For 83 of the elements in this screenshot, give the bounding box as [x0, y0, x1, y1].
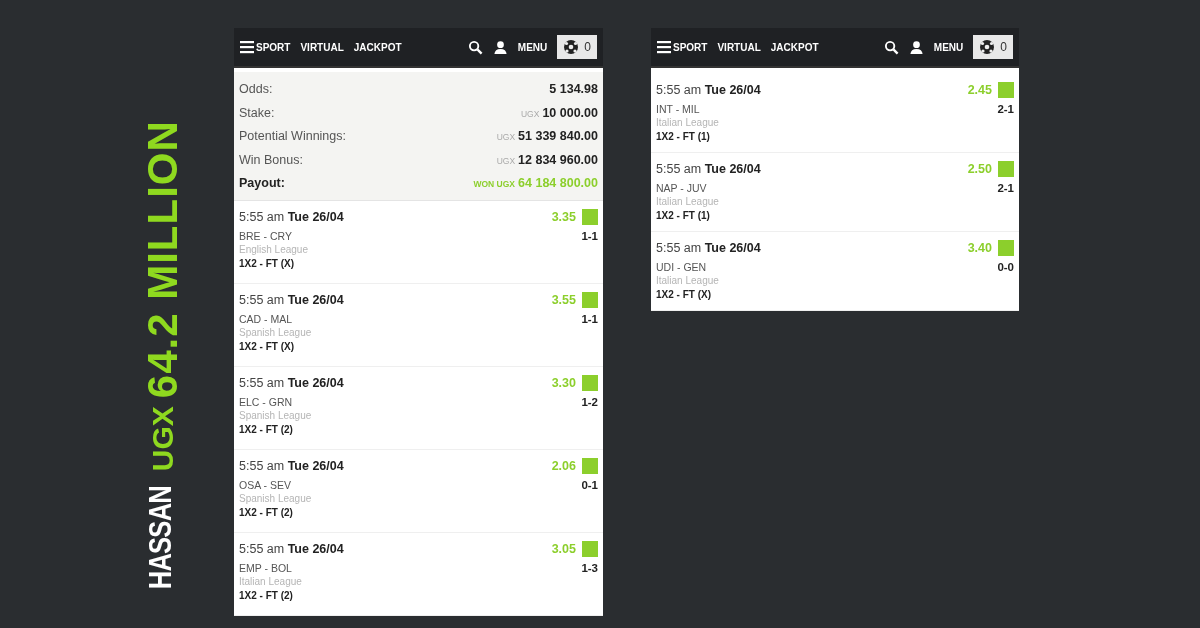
- summary-label: Odds:: [239, 81, 273, 98]
- odds-value: 3.30: [551, 375, 576, 390]
- summary-value: 12 834 960.00: [518, 152, 598, 167]
- match-score: 2-1: [997, 103, 1014, 117]
- nav-link[interactable]: JACKPOT: [353, 41, 402, 53]
- league-name: Italian League: [656, 275, 720, 288]
- match-score: 2-1: [997, 182, 1014, 196]
- match-score: 1-3: [581, 561, 598, 576]
- nav-link[interactable]: JACKPOT: [770, 41, 819, 53]
- menu-link[interactable]: MENU: [517, 41, 548, 53]
- betslip-button[interactable]: 0: [973, 35, 1013, 59]
- nav-link[interactable]: VIRTUAL: [300, 41, 344, 53]
- winner-name: HASSAN: [141, 485, 179, 590]
- search-icon[interactable]: [467, 39, 483, 55]
- match-score: 1-1: [581, 229, 598, 244]
- match-score: 0-0: [997, 261, 1014, 275]
- summary-label: Stake:: [239, 104, 275, 122]
- nav-link[interactable]: VIRTUAL: [717, 41, 761, 53]
- match-teams: UDI - GEN: [656, 261, 707, 275]
- currency-label: UGX: [496, 155, 516, 166]
- match-teams: OSA - SEV: [239, 478, 291, 493]
- summary-value: 51 339 840.00: [518, 129, 598, 143]
- league-name: Italian League: [656, 117, 720, 130]
- match-time: 5:55 am Tue 26/04: [656, 83, 761, 97]
- summary-label: Potential Winnings:: [239, 128, 346, 145]
- user-icon[interactable]: [492, 39, 508, 55]
- league-name: Spanish League: [239, 409, 313, 423]
- odds-value: 3.55: [551, 292, 576, 307]
- currency-label: WON UGX: [473, 179, 516, 189]
- user-icon[interactable]: [908, 39, 924, 55]
- market-pick: 1X2 - FT (X): [239, 257, 295, 269]
- league-name: Spanish League: [239, 492, 313, 506]
- search-icon[interactable]: [883, 39, 899, 55]
- summary-label: Win Bonus:: [239, 151, 303, 169]
- match-teams: NAP - JUV: [656, 182, 707, 196]
- odds-value: 2.45: [967, 83, 992, 97]
- match-score: 1-2: [581, 395, 598, 410]
- betslip-button[interactable]: 0: [557, 35, 597, 59]
- league-name: Spanish League: [239, 326, 313, 340]
- odds-value: 3.05: [551, 541, 576, 556]
- odds-value: 3.40: [967, 241, 992, 255]
- match-score: 0-1: [581, 478, 598, 493]
- match-time: 5:55 am Tue 26/04: [656, 162, 761, 176]
- match-time: 5:55 am Tue 26/04: [239, 458, 344, 473]
- menu-link[interactable]: MENU: [933, 41, 964, 53]
- market-pick: 1X2 - FT (2): [239, 423, 294, 435]
- currency-label: UGX: [520, 108, 540, 119]
- summary-value: 64 184 800.00: [518, 176, 598, 190]
- match-teams: CAD - MAL: [239, 312, 293, 327]
- match-time: 5:55 am Tue 26/04: [239, 292, 344, 307]
- match-time: 5:55 am Tue 26/04: [239, 209, 344, 224]
- match-score: 1-1: [581, 312, 598, 327]
- match-time: 5:55 am Tue 26/04: [239, 541, 344, 556]
- odds-value: 3.35: [551, 209, 576, 224]
- menu-icon[interactable]: [240, 40, 254, 54]
- football-icon: [979, 39, 996, 55]
- match-teams: INT - MIL: [656, 103, 700, 117]
- market-pick: 1X2 - FT (1): [656, 131, 711, 142]
- odds-value: 2.06: [551, 458, 576, 473]
- match-teams: ELC - GRN: [239, 395, 293, 410]
- league-name: English League: [239, 243, 309, 257]
- summary-value: 5 134.98: [549, 82, 598, 96]
- match-time: 5:55 am Tue 26/04: [656, 241, 761, 255]
- match-teams: EMP - BOL: [239, 561, 292, 576]
- nav-link[interactable]: SPORT: [256, 41, 291, 53]
- match-time: 5:55 am Tue 26/04: [239, 375, 344, 390]
- odds-value: 2.50: [967, 162, 992, 176]
- summary-label: Payout:: [239, 175, 285, 192]
- market-pick: 1X2 - FT (2): [239, 506, 294, 518]
- market-pick: 1X2 - FT (X): [239, 340, 295, 352]
- currency-label: UGX: [496, 132, 516, 142]
- league-name: Italian League: [656, 196, 720, 209]
- football-icon: [563, 39, 580, 55]
- match-teams: BRE - CRY: [239, 229, 292, 244]
- league-name: Italian League: [239, 575, 303, 589]
- summary-value: 10 000.00: [542, 105, 598, 120]
- menu-icon[interactable]: [657, 40, 671, 54]
- market-pick: 1X2 - FT (2): [239, 589, 294, 601]
- nav-link[interactable]: SPORT: [673, 41, 708, 53]
- currency-label: UGX: [145, 405, 180, 471]
- market-pick: 1X2 - FT (X): [656, 289, 712, 300]
- win-amount: 64.2 MILLION: [140, 119, 186, 398]
- market-pick: 1X2 - FT (1): [656, 210, 711, 221]
